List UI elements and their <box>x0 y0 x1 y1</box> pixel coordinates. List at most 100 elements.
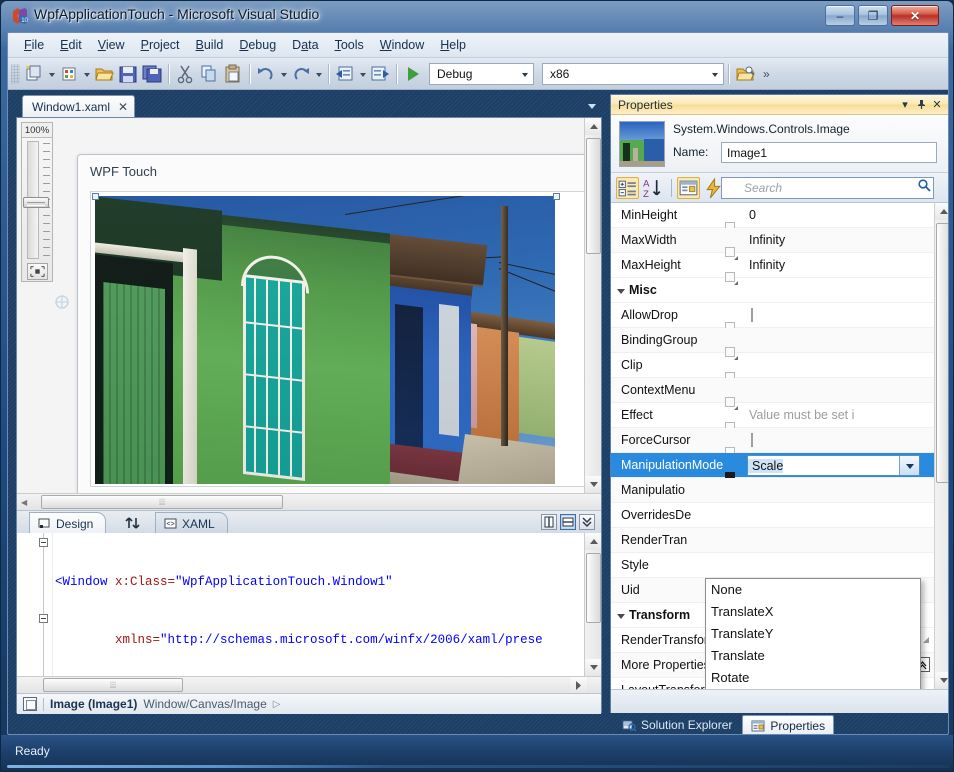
property-grid-scrollbar[interactable] <box>934 203 948 689</box>
designed-window[interactable]: WPF Touch <box>77 154 599 493</box>
scroll-down-icon[interactable] <box>935 672 948 689</box>
close-button[interactable]: ✕ <box>891 5 939 26</box>
property-row-bindinggroup[interactable]: BindingGroup <box>611 328 934 360</box>
categorized-view-icon[interactable] <box>616 176 639 199</box>
collapse-pane-icon[interactable] <box>579 514 595 530</box>
menu-help[interactable]: Help <box>432 34 474 56</box>
scroll-left-icon[interactable]: ◀ <box>21 498 27 507</box>
redo-dropdown-icon[interactable] <box>313 63 324 85</box>
forcecursor-checkbox[interactable] <box>751 433 753 447</box>
breadcrumb-path[interactable]: Window/Canvas/Image <box>143 697 266 711</box>
code-hscroll-thumb[interactable]: ⦙⦙⦙ <box>43 678 183 692</box>
pin-icon[interactable] <box>913 97 929 112</box>
document-list-icon[interactable] <box>586 100 598 112</box>
property-value[interactable] <box>745 308 934 322</box>
navigate-forward-icon[interactable] <box>369 63 391 85</box>
swap-panes-icon[interactable] <box>121 515 145 531</box>
property-grid[interactable]: MinHeight 0 MaxWidth Infinity MaxHeight … <box>611 203 948 689</box>
tab-close-icon[interactable]: ✕ <box>118 100 128 114</box>
new-item-dropdown-icon[interactable] <box>81 63 92 85</box>
dropdown-option-translate[interactable]: Translate <box>706 645 920 667</box>
find-in-files-icon[interactable] <box>734 63 756 85</box>
code-vertical-scrollbar[interactable] <box>584 533 601 676</box>
property-row-contextmenu[interactable]: ContextMenu <box>611 378 934 410</box>
code-vscroll-thumb[interactable] <box>586 553 601 623</box>
zoom-slider-panel[interactable]: 100% <box>21 122 53 282</box>
property-row-rendertransformorigin[interactable]: RenderTran <box>611 528 934 553</box>
manipulationmode-combo[interactable]: Scale <box>747 455 920 476</box>
designer-vscroll-thumb[interactable] <box>586 138 601 254</box>
undo-dropdown-icon[interactable] <box>278 63 289 85</box>
tab-solution-explorer[interactable]: Solution Explorer <box>614 715 740 734</box>
zoom-to-fit-icon[interactable] <box>27 263 48 280</box>
property-row-style[interactable]: Style <box>611 553 934 578</box>
menu-data[interactable]: Data <box>284 34 326 56</box>
name-input[interactable]: Image1 <box>721 142 937 163</box>
property-row-clip[interactable]: Clip <box>611 353 934 385</box>
tab-window1-xaml[interactable]: Window1.xaml ✕ <box>22 95 136 118</box>
property-row-minheight[interactable]: MinHeight 0 <box>611 203 934 235</box>
selection-handle-top-left[interactable] <box>92 193 99 200</box>
property-category-misc[interactable]: Misc <box>611 278 934 303</box>
start-debugging-icon[interactable] <box>402 63 424 85</box>
menu-project[interactable]: Project <box>133 34 188 56</box>
scroll-up-icon[interactable] <box>585 533 601 550</box>
redo-icon[interactable] <box>290 63 312 85</box>
tab-design-view[interactable]: Design <box>29 512 107 534</box>
property-row-manipulation[interactable]: Manipulatio <box>611 478 934 503</box>
open-file-icon[interactable] <box>93 63 115 85</box>
copy-icon[interactable] <box>198 63 220 85</box>
property-row-manipulationmode[interactable]: ManipulationMode Scale <box>611 453 934 485</box>
dropdown-option-rotate[interactable]: Rotate <box>706 667 920 689</box>
designed-canvas[interactable] <box>90 191 588 487</box>
designer-vertical-scrollbar[interactable] <box>584 118 601 493</box>
scroll-down-icon[interactable] <box>585 476 601 493</box>
window-menu-icon[interactable]: ▾ <box>897 97 913 112</box>
breadcrumb-element[interactable]: Image (Image1) <box>50 697 137 711</box>
menu-edit[interactable]: Edit <box>52 34 90 56</box>
chevron-down-icon[interactable] <box>899 456 919 475</box>
paste-icon[interactable] <box>222 63 244 85</box>
toolbar-grip[interactable] <box>11 63 20 84</box>
dropdown-option-translatex[interactable]: TranslateX <box>706 601 920 623</box>
breadcrumb-expand-icon[interactable]: ▷ <box>273 699 281 710</box>
dropdown-option-none[interactable]: None <box>706 579 920 601</box>
code-text[interactable]: <Window x:Class="WpfApplicationTouch.Win… <box>55 535 585 693</box>
image-element[interactable] <box>95 196 555 484</box>
split-horizontal-icon[interactable] <box>560 514 576 530</box>
tab-xaml-view[interactable]: <> XAML <box>155 512 228 534</box>
new-project-icon[interactable] <box>23 63 45 85</box>
save-icon[interactable] <box>117 63 139 85</box>
outline-collapse-box[interactable] <box>39 614 48 623</box>
property-grid-scroll-thumb[interactable] <box>936 223 948 483</box>
alphabetical-sort-icon[interactable]: AZ <box>641 177 664 199</box>
scroll-down-icon[interactable] <box>585 659 601 676</box>
property-value[interactable]: Value must be set i <box>745 408 934 422</box>
allowdrop-checkbox[interactable] <box>751 308 753 322</box>
new-item-icon[interactable] <box>58 63 80 85</box>
property-row-forcecursor[interactable]: ForceCursor <box>611 428 934 460</box>
manipulationmode-dropdown-list[interactable]: None TranslateX TranslateY Translate Rot… <box>705 578 921 689</box>
property-row-maxwidth[interactable]: MaxWidth Infinity <box>611 228 934 260</box>
property-row-overridesdefault[interactable]: OverridesDe <box>611 503 934 528</box>
navigate-backward-icon[interactable] <box>334 63 356 85</box>
menu-debug[interactable]: Debug <box>231 34 284 56</box>
menu-tools[interactable]: Tools <box>327 34 372 56</box>
property-value[interactable]: Infinity <box>745 233 934 247</box>
cut-icon[interactable] <box>174 63 196 85</box>
close-icon[interactable]: ✕ <box>929 97 945 112</box>
design-surface[interactable]: 100% WPF Touch <box>17 118 601 493</box>
xaml-code-editor[interactable]: <Window x:Class="WpfApplicationTouch.Win… <box>17 533 601 693</box>
property-row-effect[interactable]: Effect Value must be set i <box>611 403 934 435</box>
property-value[interactable]: 0 <box>745 208 934 222</box>
navigate-backward-dropdown-icon[interactable] <box>357 63 368 85</box>
scroll-right-icon[interactable] <box>570 677 587 693</box>
property-value[interactable]: Infinity <box>745 258 934 272</box>
scroll-up-icon[interactable] <box>935 203 948 220</box>
designer-hscroll-thumb[interactable]: ⦙⦙⦙ <box>41 495 283 509</box>
solution-platform-combo[interactable]: x86 <box>542 62 724 85</box>
search-input[interactable]: Search <box>721 177 934 199</box>
menu-window[interactable]: Window <box>372 34 432 56</box>
save-all-icon[interactable] <box>141 63 163 85</box>
menu-file[interactable]: FFileile <box>16 34 52 56</box>
